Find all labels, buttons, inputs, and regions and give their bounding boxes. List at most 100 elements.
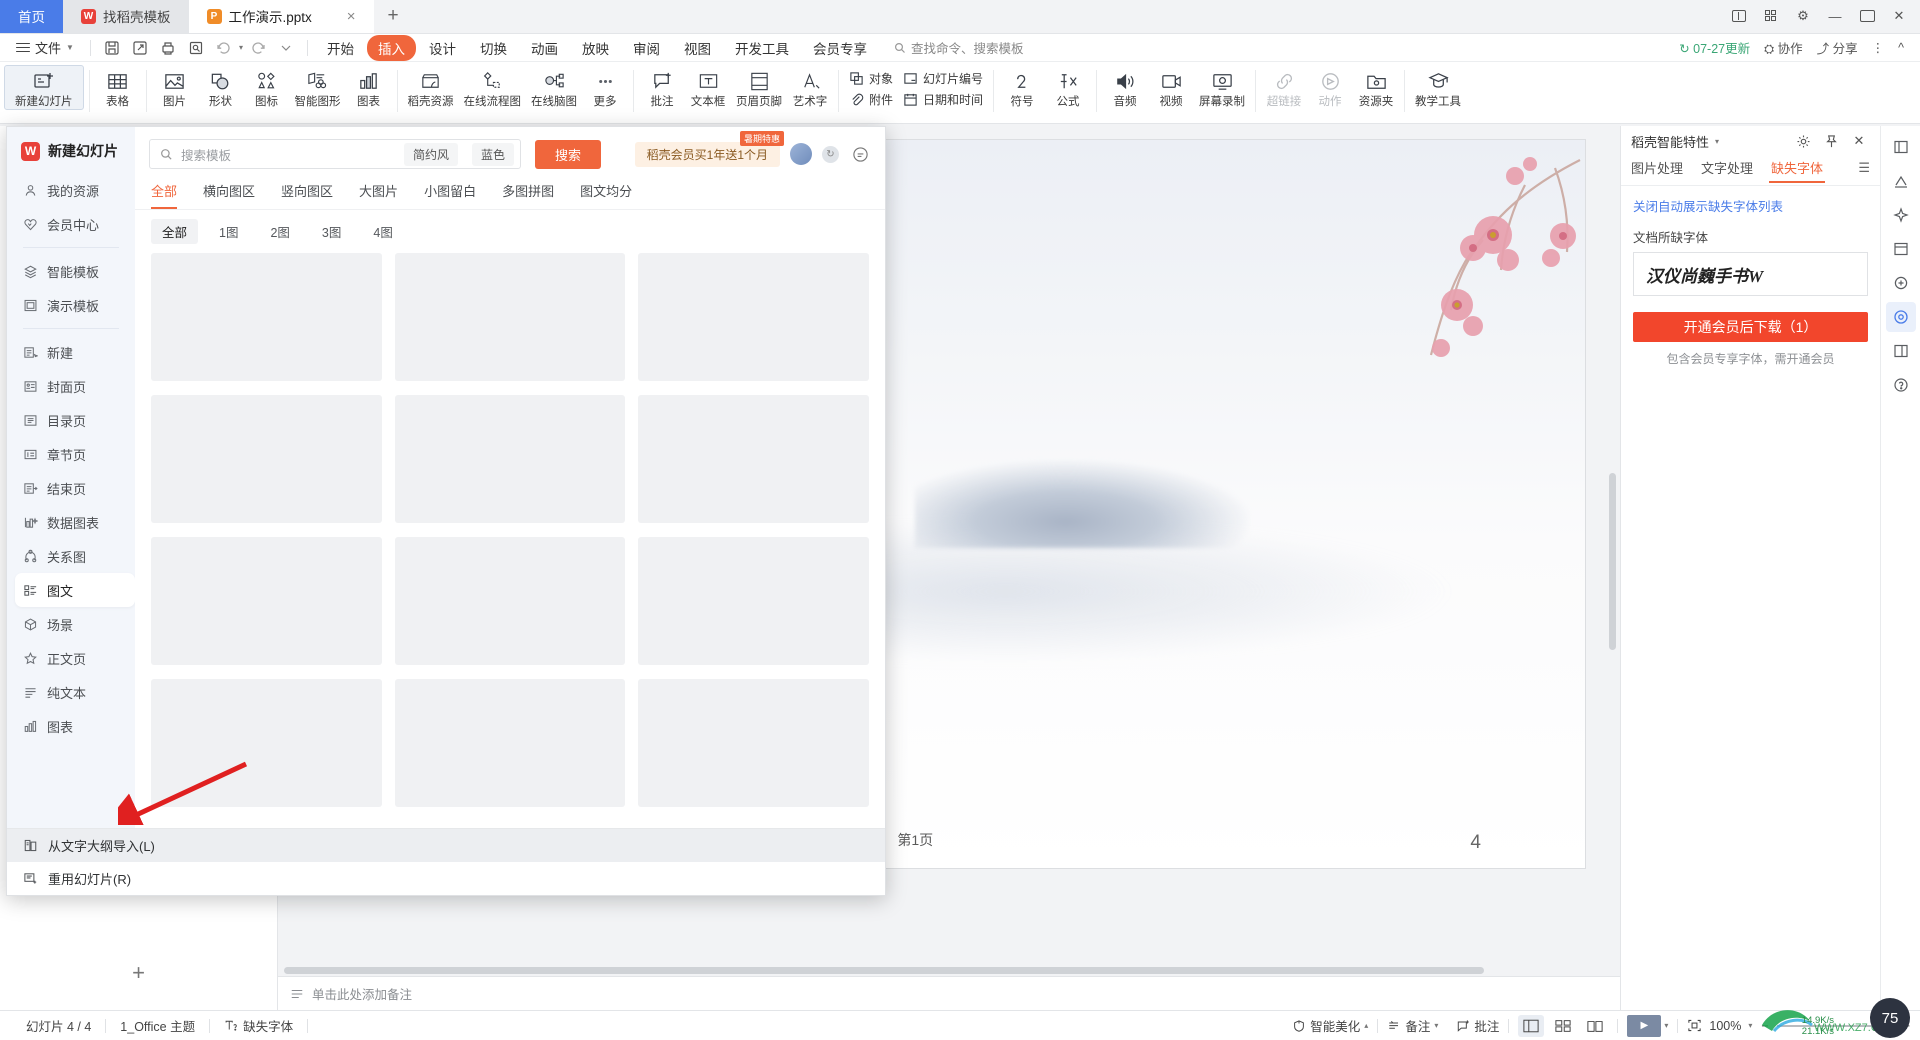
sidebar-item-member-center[interactable]: 会员中心 — [7, 207, 135, 241]
slide-sorter-view-button[interactable] — [1550, 1015, 1576, 1037]
beautify-button[interactable]: 智能美化 ▴ — [1283, 1016, 1377, 1035]
ribbon-formula[interactable]: 公式 — [1045, 65, 1091, 109]
template-card[interactable] — [151, 537, 382, 665]
split-view-icon[interactable] — [1724, 1, 1754, 31]
sidebar-item-presentation-template[interactable]: 演示模板 — [7, 288, 135, 322]
file-menu-button[interactable]: 文件 ▼ — [8, 36, 82, 60]
minimize-button[interactable]: — — [1820, 1, 1850, 31]
tab-design[interactable]: 设计 — [418, 35, 467, 61]
sidebar-item-data-chart[interactable]: 数据图表 — [7, 505, 135, 539]
slide-count[interactable]: 幻灯片 4 / 4 — [12, 1016, 105, 1035]
notes-button[interactable]: 备注 ▾ — [1378, 1016, 1447, 1035]
share-button[interactable]: ⤴ 分享 — [1817, 38, 1858, 57]
sidebar-item-my-resources[interactable]: 我的资源 — [7, 173, 135, 207]
subfilter-3[interactable]: 3图 — [311, 219, 352, 244]
missing-font-status[interactable]: 缺失字体 — [210, 1016, 307, 1035]
close-icon[interactable]: ✕ — [1848, 130, 1870, 152]
tab-text-processing[interactable]: 文字处理 — [1701, 158, 1753, 183]
find-command-box[interactable]: 查找命令、搜索模板 — [894, 38, 1023, 57]
menu-item-import-outline[interactable]: 从文字大纲导入(L) — [7, 829, 885, 862]
docer-icon[interactable] — [1886, 268, 1916, 298]
template-card[interactable] — [394, 395, 626, 523]
search-chip-style[interactable]: 简约风 — [403, 142, 458, 166]
resource-icon[interactable] — [1886, 336, 1916, 366]
filter-balanced-image-text[interactable]: 图文均分 — [580, 181, 632, 209]
ribbon-textbox[interactable]: 文本框 — [685, 65, 731, 109]
subfilter-2[interactable]: 2图 — [259, 219, 300, 244]
horizontal-scrollbar[interactable] — [278, 964, 1620, 976]
zoom-level[interactable]: 100% — [1709, 1019, 1741, 1033]
ribbon-wordart[interactable]: 艺术字 — [787, 65, 833, 109]
template-card[interactable] — [394, 679, 626, 807]
tab-view[interactable]: 视图 — [673, 35, 722, 61]
ribbon-more[interactable]: 更多 — [582, 65, 628, 109]
ribbon-hyperlink[interactable]: 超链接 — [1261, 65, 1307, 109]
tab-insert[interactable]: 插入 — [366, 34, 416, 61]
template-card[interactable] — [151, 395, 382, 523]
search-input[interactable]: 搜索模板 — [181, 145, 396, 164]
ribbon-chart[interactable]: 图表 — [346, 65, 392, 109]
template-card[interactable] — [638, 253, 869, 381]
sidebar-item-cover-page[interactable]: 封面页 — [7, 369, 135, 403]
help-icon[interactable] — [1886, 370, 1916, 400]
reading-view-button[interactable] — [1582, 1015, 1608, 1037]
vertical-scrollbar-thumb[interactable] — [1609, 472, 1616, 650]
sidebar-item-relation-diagram[interactable]: 关系图 — [7, 539, 135, 573]
settings-icon[interactable]: ⚙ — [1788, 1, 1818, 31]
filter-vertical-image[interactable]: 竖向图区 — [281, 181, 333, 209]
performance-gauge[interactable]: 75 — [1870, 998, 1910, 1038]
download-member-button[interactable]: 开通会员后下载（1） — [1633, 312, 1868, 342]
sidebar-item-new[interactable]: 新建 — [7, 335, 135, 369]
filter-multi-image-collage[interactable]: 多图拼图 — [502, 181, 554, 209]
tab-find-template[interactable]: W 找稻壳模板 — [63, 0, 189, 33]
sidebar-collapse-icon[interactable] — [1886, 132, 1916, 162]
tab-slideshow[interactable]: 放映 — [571, 35, 620, 61]
template-card[interactable] — [638, 679, 869, 807]
chevron-down-icon[interactable]: ▾ — [1664, 1021, 1668, 1030]
vertical-scrollbar[interactable] — [1608, 134, 1616, 940]
notes-bar[interactable]: 单击此处添加备注 — [278, 976, 1620, 1010]
tab-animation[interactable]: 动画 — [520, 35, 569, 61]
search-chip-color[interactable]: 蓝色 — [471, 142, 514, 166]
ribbon-action[interactable]: 动作 — [1307, 65, 1353, 109]
pin-icon[interactable] — [1820, 130, 1842, 152]
redo-icon[interactable] — [245, 36, 271, 60]
sidebar-item-body-page[interactable]: 正文页 — [7, 641, 135, 675]
sidebar-item-plain-text[interactable]: 纯文本 — [7, 675, 135, 709]
ribbon-video[interactable]: 视频 — [1148, 65, 1194, 109]
save-icon[interactable] — [99, 36, 125, 60]
smart-feature-icon[interactable] — [1885, 302, 1916, 332]
customize-quick-access-icon[interactable] — [273, 36, 299, 60]
sidebar-item-chart[interactable]: 图表 — [7, 709, 135, 743]
ribbon-picture[interactable]: 图片 — [152, 65, 198, 109]
ribbon-audio[interactable]: 音频 — [1102, 65, 1148, 109]
undo-icon[interactable] — [211, 36, 237, 60]
chevron-down-icon[interactable]: ▾ — [239, 43, 243, 52]
sidebar-item-image-text[interactable]: 图文 — [15, 573, 135, 607]
ribbon-mindmap[interactable]: 在线脑图 — [526, 65, 582, 109]
sidebar-item-end-page[interactable]: 结束页 — [7, 471, 135, 505]
filter-horizontal-image[interactable]: 横向图区 — [203, 181, 255, 209]
template-card[interactable] — [638, 537, 869, 665]
normal-view-button[interactable] — [1518, 1014, 1545, 1037]
save-as-icon[interactable] — [127, 36, 153, 60]
print-preview-icon[interactable] — [183, 36, 209, 60]
tab-image-processing[interactable]: 图片处理 — [1631, 158, 1683, 183]
collapse-ribbon-icon[interactable]: ^ — [1898, 41, 1904, 55]
print-icon[interactable] — [155, 36, 181, 60]
sidebar-item-smart-template[interactable]: 智能模板 — [7, 254, 135, 288]
ribbon-screen-record[interactable]: 屏幕录制 — [1194, 65, 1250, 109]
new-tab-button[interactable]: + — [374, 0, 413, 33]
subfilter-1[interactable]: 1图 — [208, 219, 249, 244]
search-input-wrapper[interactable]: 搜索模板 简约风 蓝色 — [149, 139, 521, 169]
close-icon[interactable]: × — [347, 8, 356, 25]
avatar[interactable] — [790, 143, 812, 165]
template-icon[interactable] — [1886, 234, 1916, 264]
sidebar-item-chapter-page[interactable]: 章节页 — [7, 437, 135, 471]
sidebar-item-scene[interactable]: 场景 — [7, 607, 135, 641]
horizontal-scrollbar-thumb[interactable] — [284, 966, 1484, 974]
template-card[interactable] — [394, 537, 626, 665]
ribbon-date-time[interactable]: 日期和时间 — [898, 90, 988, 109]
comment-button[interactable]: 批注 — [1447, 1016, 1508, 1035]
theme-name[interactable]: 1_Office 主题 — [106, 1016, 209, 1035]
